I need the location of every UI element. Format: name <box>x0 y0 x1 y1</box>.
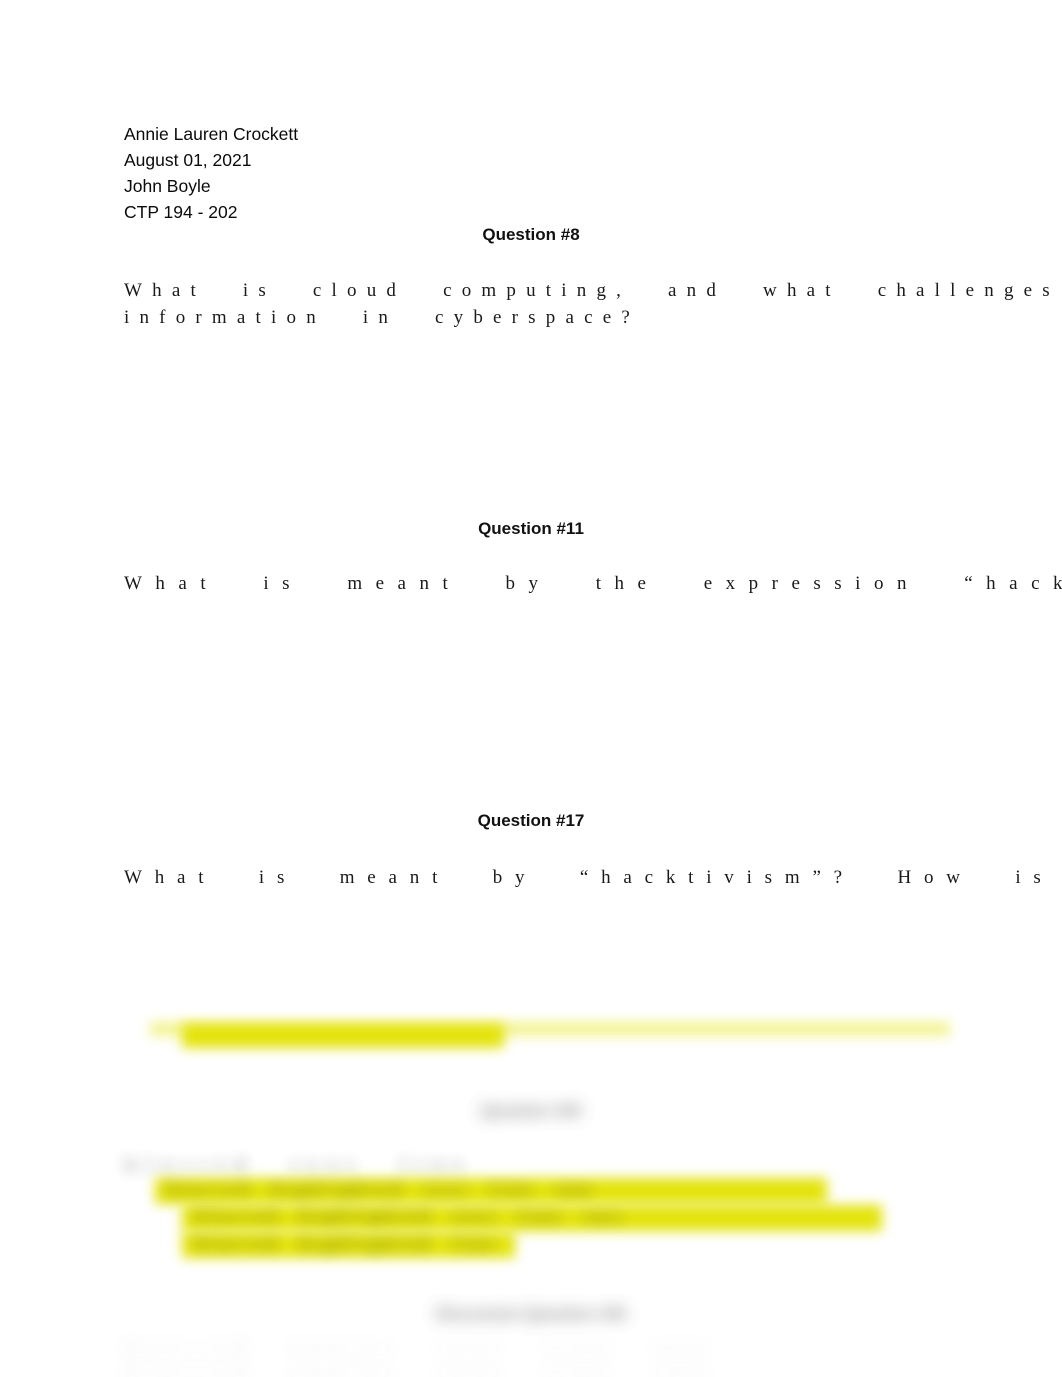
instructor-name: John Boyle <box>124 176 211 196</box>
document-date: August 01, 2021 <box>124 150 252 170</box>
obscured-heading-1: Question #00 <box>480 1103 582 1120</box>
question-body-11: What is meant by the expression “hacker … <box>124 570 1062 597</box>
obscured-text-line-1: blurred text line <box>126 1155 472 1175</box>
course-code: CTP 194 - 202 <box>124 202 238 222</box>
author-name: Annie Lauren Crockett <box>124 124 299 144</box>
obscured-footer-line-1: blurred footer text line one <box>126 1337 715 1357</box>
question-body-17: What is meant by “hacktivism”? How is it… <box>124 864 1062 891</box>
obscured-heading-2: Discussion Question #00 <box>435 1306 627 1323</box>
obscured-footer-line-2: blurred footer text line two <box>126 1361 716 1377</box>
highlight-band-1 <box>182 1024 504 1048</box>
document-header: Annie Lauren Crockett August 01, 2021 Jo… <box>124 121 298 225</box>
question-heading-8: Question #8 <box>482 225 580 244</box>
question-heading-17: Question #17 <box>477 811 585 830</box>
obscured-highlight-line-1: blurred highlighted text line one <box>168 1180 597 1199</box>
document-page: Annie Lauren Crockett August 01, 2021 Jo… <box>0 0 1062 1377</box>
question-body-17-line-1: What is meant by “hacktivism”? How is it… <box>124 867 1062 888</box>
question-body-8: What is cloud computing, and what challe… <box>124 277 1060 331</box>
question-body-11-line-1: What is meant by the expression “hacker … <box>124 573 1062 594</box>
question-heading-11: Question #11 <box>478 519 584 538</box>
obscured-highlight-line-3: blurred highlighted line <box>196 1234 499 1253</box>
obscured-highlight-line-2: blurred highlighted text line two <box>196 1207 626 1226</box>
question-body-8-line-2: information in cyberspace? <box>124 307 641 328</box>
obscured-lower-region: Question #00 blurred text line blurred h… <box>0 1000 1062 1377</box>
question-body-8-line-1: What is cloud computing, and what challe… <box>124 280 1060 301</box>
